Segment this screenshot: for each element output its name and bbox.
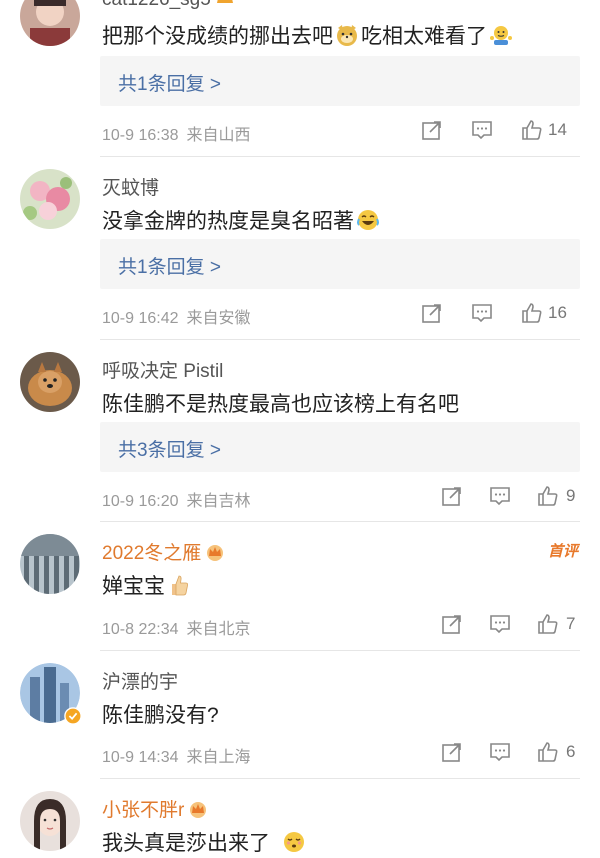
comment-location: 来自北京 [186,621,251,638]
comment-time: 10-9 16:38 [102,127,179,144]
comment-icon[interactable] [488,484,512,508]
comment-text: 把那个没成绩的挪出去吧 吃相太难看了 [102,20,515,50]
verified-badge-icon [64,707,82,725]
like-count: 6 [566,742,576,761]
first-comment-badge: 首评 [547,543,578,560]
comment-author[interactable]: 灭蚊博 [102,173,159,200]
comment-meta: 10-9 16:38 来自山西 [102,121,251,145]
avatar[interactable] [20,352,80,412]
relieved-face-emoji [284,832,304,852]
comment-icon[interactable] [470,301,494,325]
comment-author[interactable]: 沪漂的宇 [102,667,178,694]
comment-location: 来自上海 [186,749,251,766]
share-icon[interactable] [440,740,464,764]
doge-emoji [337,25,357,46]
shrug-emoji [490,26,512,45]
avatar[interactable] [20,0,80,46]
comment-text: 陈佳鹏没有? [102,704,219,727]
comment-meta: 10-8 22:34 来自北京 [102,615,251,639]
comment-icon[interactable] [470,118,494,142]
author-name: 沪漂的宇 [102,672,179,693]
comment-actions: 6 [440,740,580,766]
comment-meta: 10-9 16:42 来自安徽 [102,304,251,328]
reply-link[interactable]: 共1条回复 > [100,239,580,289]
reply-link[interactable]: 共1条回复 > [100,56,580,106]
share-icon[interactable] [420,118,444,142]
comment-text: 没拿金牌的热度是臭名昭著 [102,205,382,235]
like-count: 16 [548,303,567,322]
like-icon[interactable] [536,740,560,764]
comment-author[interactable]: cat1226_sg5 [102,0,235,11]
crown-icon [190,802,207,818]
divider [100,521,580,522]
comment-author[interactable]: 小张不胖r [102,795,208,822]
like-count: 7 [566,614,576,633]
comment-icon[interactable] [488,612,512,636]
like-icon[interactable] [520,118,544,142]
avatar[interactable] [20,169,80,229]
comment-actions: 16 [420,301,580,327]
comment-icon[interactable] [488,740,512,764]
divider [100,339,580,340]
like-icon[interactable] [536,484,560,508]
comment-time: 10-9 16:42 [102,310,179,327]
comment-author[interactable]: 呼吸决定 Pistil [102,356,223,383]
avatar[interactable] [20,791,80,851]
author-name: cat1226_sg5 [102,0,211,10]
share-icon[interactable] [440,484,464,508]
comment-actions: 14 [420,118,580,144]
comment-text: 陈佳鹏不是热度最高也应该榜上有名吧 [102,393,459,416]
author-name: 小张不胖r [102,800,185,821]
comment-meta: 10-9 16:20 来自吉林 [102,487,251,511]
comment-location: 来自安徽 [186,310,251,327]
comment-text: 我头真是莎出来了 [102,827,308,857]
comment-author[interactable]: 2022冬之雁 [102,538,225,565]
thumbs-up-emoji [172,575,188,596]
like-icon[interactable] [520,301,544,325]
like-count: 14 [548,120,567,139]
avatar[interactable] [20,663,82,725]
comment-meta: 10-9 14:34 来自上海 [102,743,251,767]
avatar[interactable] [20,534,80,594]
comment-text: 婵宝宝 [102,570,193,600]
crown-icon [216,0,233,3]
share-icon[interactable] [420,301,444,325]
divider [100,156,580,157]
like-icon[interactable] [536,612,560,636]
comment-time: 10-8 22:34 [102,621,179,638]
comment-actions: 7 [440,612,580,638]
comment-time: 10-9 14:34 [102,749,179,766]
reply-link[interactable]: 共3条回复 > [100,422,580,472]
author-name: 呼吸决定 Pistil [102,361,224,382]
like-count: 9 [566,486,576,505]
comment-location: 来自山西 [186,127,251,144]
crown-icon [207,545,224,561]
divider [100,778,580,779]
share-icon[interactable] [440,612,464,636]
comment-location: 来自吉林 [186,493,251,510]
divider [100,650,580,651]
comment-time: 10-9 16:20 [102,493,179,510]
laugh-cry-emoji [357,210,379,230]
author-name: 2022冬之雁 [102,543,202,564]
author-name: 灭蚊博 [102,178,160,199]
comment-actions: 9 [440,484,580,510]
